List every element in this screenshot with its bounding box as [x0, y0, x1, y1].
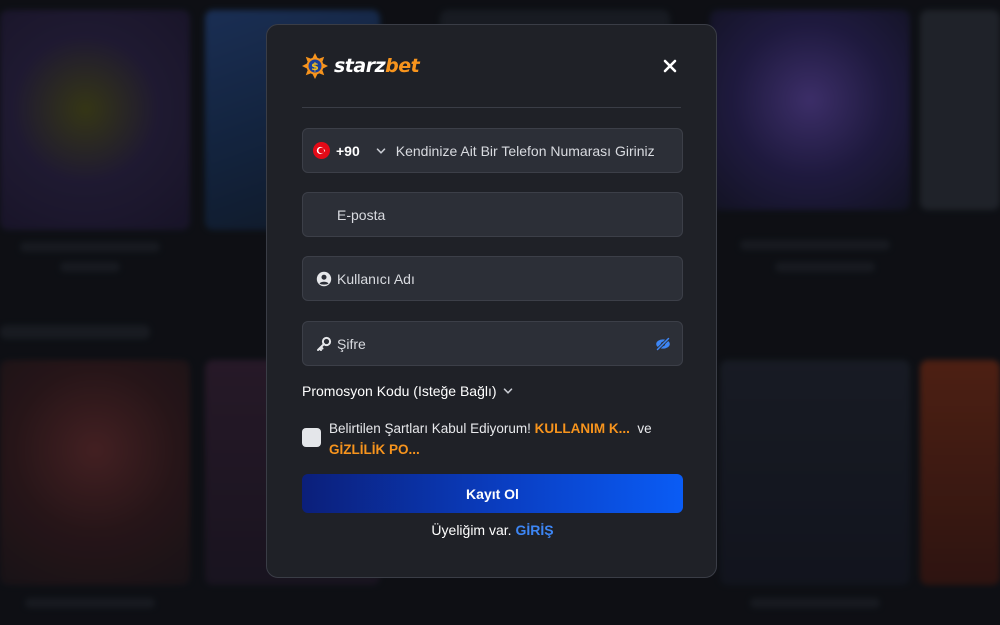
dial-code: +90: [336, 142, 360, 159]
privacy-policy-link[interactable]: GİZLİLİK PO...: [329, 442, 420, 457]
register-modal: $ starzbet +90 Kendinize Ait Bir Telefon…: [266, 24, 717, 578]
terms-checkbox[interactable]: [302, 428, 321, 447]
email-field: [302, 192, 683, 237]
terms-connector: ve: [637, 421, 652, 436]
eye-off-icon: [655, 336, 671, 351]
email-input[interactable]: [337, 206, 682, 223]
close-icon: [663, 59, 677, 73]
turkey-flag-icon: [313, 142, 330, 159]
password-input[interactable]: [337, 335, 644, 352]
register-button[interactable]: Kayıt Ol: [302, 474, 683, 513]
svg-text:$: $: [311, 60, 319, 73]
terms-of-use-link[interactable]: KULLANIM K...: [535, 421, 630, 436]
username-input[interactable]: [337, 270, 682, 287]
login-row: Üyeliğim var. GİRİŞ: [302, 522, 683, 538]
terms-statement: Belirtilen Şartları Kabul Ediyorum!: [329, 421, 531, 436]
login-prompt: Üyeliğim var.: [431, 522, 512, 538]
promo-code-toggle[interactable]: Promosyon Kodu (Isteğe Bağlı): [302, 383, 513, 399]
modal-header: $ starzbet: [302, 25, 681, 108]
chevron-down-icon: [376, 147, 385, 154]
password-visibility-toggle[interactable]: [644, 336, 682, 352]
phone-field: +90: [302, 128, 683, 173]
password-field: [302, 321, 683, 366]
starzbet-logo-icon: $: [302, 53, 328, 79]
terms-row: Belirtilen Şartları Kabul Ediyorum! KULL…: [302, 418, 683, 460]
brand-name: starzbet: [334, 55, 420, 77]
promo-code-label: Promosyon Kodu (Isteğe Bağlı): [302, 383, 497, 399]
user-icon: [303, 271, 337, 287]
username-field: [302, 256, 683, 301]
terms-text: Belirtilen Şartları Kabul Ediyorum! KULL…: [329, 418, 652, 460]
brand-logo[interactable]: $ starzbet: [302, 53, 420, 79]
country-code-select[interactable]: +90: [303, 142, 396, 159]
login-link[interactable]: GİRİŞ: [515, 522, 553, 538]
chevron-down-icon: [503, 388, 512, 394]
phone-input[interactable]: [395, 142, 682, 159]
close-button[interactable]: [659, 55, 681, 77]
key-icon: [303, 336, 337, 352]
